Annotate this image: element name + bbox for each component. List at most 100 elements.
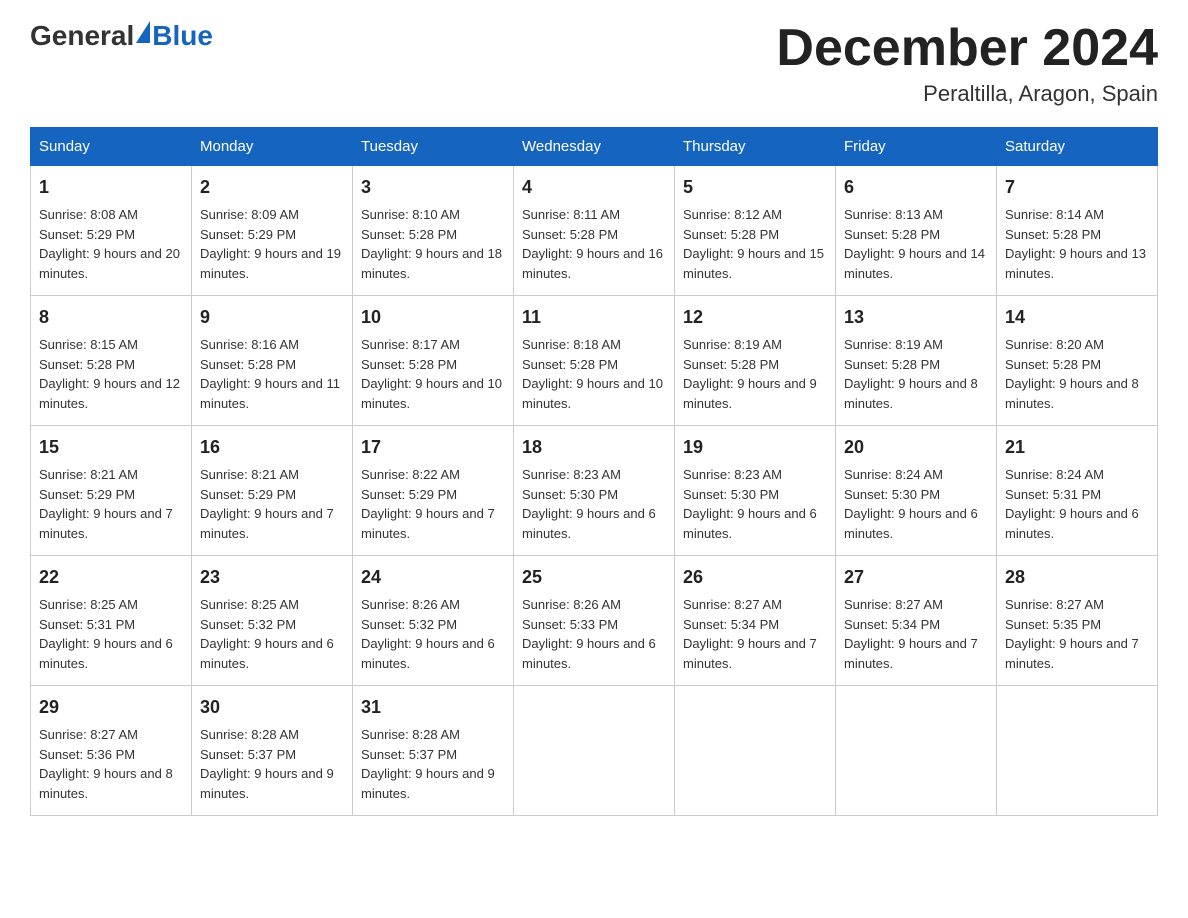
calendar-week-row: 22Sunrise: 8:25 AMSunset: 5:31 PMDayligh… <box>31 556 1158 686</box>
sunset-info: Sunset: 5:28 PM <box>39 357 135 372</box>
daylight-info: Daylight: 9 hours and 6 minutes. <box>522 506 656 541</box>
sunset-info: Sunset: 5:29 PM <box>200 227 296 242</box>
calendar-cell: 25 Sunrise: 8:26 AM Sunset: 5:33 PM Dayligh… <box>514 556 675 686</box>
header-sunday: Sunday <box>31 128 192 166</box>
sunrise-info: Sunrise: 8:23 AM <box>683 467 782 482</box>
daylight-info: Daylight: 9 hours and 6 minutes. <box>361 636 495 671</box>
sunrise-info: Sunrise: 8:27 AM <box>39 727 138 742</box>
page-title: December 2024 <box>776 20 1158 77</box>
day-number: 3 <box>361 174 505 201</box>
daylight-info: Daylight: 9 hours and 8 minutes. <box>844 376 978 411</box>
daylight-info: Daylight: 9 hours and 15 minutes. <box>683 246 824 281</box>
daylight-info: Daylight: 9 hours and 11 minutes. <box>200 376 340 411</box>
sunrise-info: Sunrise: 8:27 AM <box>844 597 943 612</box>
daylight-info: Daylight: 9 hours and 6 minutes. <box>522 636 656 671</box>
day-number: 13 <box>844 304 988 331</box>
calendar-cell: 2Sunrise: 8:09 AMSunset: 5:29 PMDaylight… <box>192 166 353 296</box>
sunset-info: Sunset: 5:28 PM <box>361 357 457 372</box>
day-number: 23 <box>200 564 344 591</box>
daylight-info: Daylight: 9 hours and 7 minutes. <box>1005 636 1139 671</box>
sunrise-info: Sunrise: 8:17 AM <box>361 337 460 352</box>
sunrise-info: Sunrise: 8:25 AM <box>39 597 138 612</box>
calendar-cell: 22Sunrise: 8:25 AMSunset: 5:31 PMDayligh… <box>31 556 192 686</box>
sunrise-info: Sunrise: 8:21 AM <box>200 467 299 482</box>
sunset-info: Sunset: 5:28 PM <box>200 357 296 372</box>
calendar-cell: 19Sunrise: 8:23 AMSunset: 5:30 PMDayligh… <box>675 426 836 556</box>
calendar-cell: 17Sunrise: 8:22 AMSunset: 5:29 PMDayligh… <box>353 426 514 556</box>
calendar-cell <box>514 686 675 816</box>
daylight-info: Daylight: 9 hours and 7 minutes. <box>200 506 334 541</box>
calendar-cell <box>836 686 997 816</box>
calendar-cell: 12Sunrise: 8:19 AMSunset: 5:28 PMDayligh… <box>675 296 836 426</box>
sunset-info: Sunset: 5:30 PM <box>683 487 779 502</box>
sunrise-info: Sunrise: 8:23 AM <box>522 467 621 482</box>
sunset-info: Sunset: 5:28 PM <box>1005 227 1101 242</box>
sunrise-info: Sunrise: 8:26 AM <box>522 597 621 612</box>
calendar-cell: 28Sunrise: 8:27 AMSunset: 5:35 PMDayligh… <box>997 556 1158 686</box>
day-number: 1 <box>39 174 183 201</box>
day-number: 8 <box>39 304 183 331</box>
logo-triangle-icon <box>136 21 150 43</box>
day-number: 18 <box>522 434 666 461</box>
calendar-cell: 23Sunrise: 8:25 AMSunset: 5:32 PMDayligh… <box>192 556 353 686</box>
header-wednesday: Wednesday <box>514 128 675 166</box>
calendar-week-row: 29Sunrise: 8:27 AMSunset: 5:36 PMDayligh… <box>31 686 1158 816</box>
sunset-info: Sunset: 5:30 PM <box>522 487 618 502</box>
sunrise-info: Sunrise: 8:15 AM <box>39 337 138 352</box>
daylight-info: Daylight: 9 hours and 6 minutes. <box>39 636 173 671</box>
daylight-info: Daylight: 9 hours and 18 minutes. <box>361 246 502 281</box>
daylight-info: Daylight: 9 hours and 14 minutes. <box>844 246 985 281</box>
day-number: 4 <box>522 174 666 201</box>
calendar-cell: 11Sunrise: 8:18 AMSunset: 5:28 PMDayligh… <box>514 296 675 426</box>
daylight-info: Daylight: 9 hours and 6 minutes. <box>200 636 334 671</box>
daylight-info: Daylight: 9 hours and 9 minutes. <box>200 766 334 801</box>
day-number: 22 <box>39 564 183 591</box>
sunrise-info: Sunrise: 8:20 AM <box>1005 337 1104 352</box>
daylight-info: Daylight: 9 hours and 8 minutes. <box>1005 376 1139 411</box>
page-header: General Blue December 2024 Peraltilla, A… <box>30 20 1158 107</box>
header-thursday: Thursday <box>675 128 836 166</box>
sunrise-info: Sunrise: 8:13 AM <box>844 207 943 222</box>
daylight-info: Daylight: 9 hours and 7 minutes. <box>683 636 817 671</box>
day-number: 25 <box>522 564 666 591</box>
calendar-cell: 10Sunrise: 8:17 AMSunset: 5:28 PMDayligh… <box>353 296 514 426</box>
day-number: 11 <box>522 304 666 331</box>
daylight-info: Daylight: 9 hours and 19 minutes. <box>200 246 341 281</box>
calendar-week-row: 8 Sunrise: 8:15 AM Sunset: 5:28 PM Daylight… <box>31 296 1158 426</box>
calendar-header-row: SundayMondayTuesdayWednesdayThursdayFrid… <box>31 128 1158 166</box>
calendar-cell: 6Sunrise: 8:13 AMSunset: 5:28 PMDaylight… <box>836 166 997 296</box>
sunrise-info: Sunrise: 8:12 AM <box>683 207 782 222</box>
calendar-cell <box>997 686 1158 816</box>
sunset-info: Sunset: 5:28 PM <box>361 227 457 242</box>
sunset-info: Sunset: 5:28 PM <box>683 227 779 242</box>
sunset-info: Sunset: 5:28 PM <box>844 227 940 242</box>
calendar-cell: 1Sunrise: 8:08 AMSunset: 5:29 PMDaylight… <box>31 166 192 296</box>
calendar-cell: 9 Sunrise: 8:16 AM Sunset: 5:28 PM Daylight… <box>192 296 353 426</box>
calendar-cell: 29Sunrise: 8:27 AMSunset: 5:36 PMDayligh… <box>31 686 192 816</box>
calendar-cell: 14Sunrise: 8:20 AMSunset: 5:28 PMDayligh… <box>997 296 1158 426</box>
calendar-cell <box>675 686 836 816</box>
sunrise-info: Sunrise: 8:24 AM <box>844 467 943 482</box>
sunset-info: Sunset: 5:35 PM <box>1005 617 1101 632</box>
logo-general-text: General <box>30 20 134 52</box>
sunrise-info: Sunrise: 8:19 AM <box>844 337 943 352</box>
calendar-cell: 26Sunrise: 8:27 AMSunset: 5:34 PMDayligh… <box>675 556 836 686</box>
sunrise-info: Sunrise: 8:16 AM <box>200 337 299 352</box>
calendar-cell: 8Sunrise: 8:15 AMSunset: 5:28 PMDaylight… <box>31 296 192 426</box>
sunset-info: Sunset: 5:29 PM <box>39 487 135 502</box>
calendar-week-row: 15Sunrise: 8:21 AMSunset: 5:29 PMDayligh… <box>31 426 1158 556</box>
day-number: 10 <box>361 304 505 331</box>
daylight-info: Daylight: 9 hours and 9 minutes. <box>361 766 495 801</box>
day-number: 30 <box>200 694 344 721</box>
day-number: 12 <box>683 304 827 331</box>
daylight-info: Daylight: 9 hours and 8 minutes. <box>39 766 173 801</box>
logo: General Blue <box>30 20 213 52</box>
sunset-info: Sunset: 5:37 PM <box>361 747 457 762</box>
sunset-info: Sunset: 5:33 PM <box>522 617 618 632</box>
day-number: 9 <box>200 304 344 331</box>
calendar-cell: 7Sunrise: 8:14 AMSunset: 5:28 PMDaylight… <box>997 166 1158 296</box>
sunrise-info: Sunrise: 8:26 AM <box>361 597 460 612</box>
daylight-info: Daylight: 9 hours and 6 minutes. <box>683 506 817 541</box>
calendar-cell: 3Sunrise: 8:10 AMSunset: 5:28 PMDaylight… <box>353 166 514 296</box>
sunset-info: Sunset: 5:31 PM <box>1005 487 1101 502</box>
